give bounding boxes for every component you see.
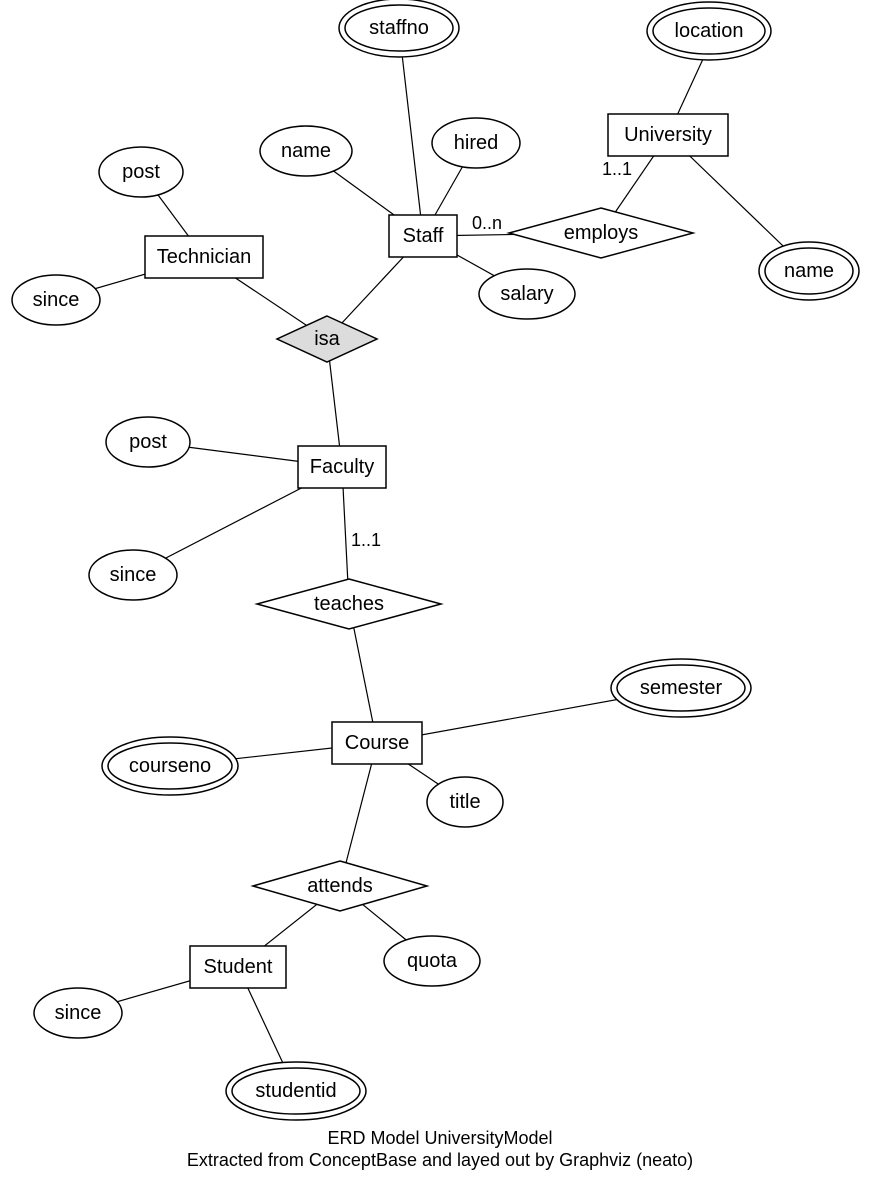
card-employs-staff: 0..n	[472, 213, 502, 233]
card-employs-univ: 1..1	[602, 159, 632, 179]
attr-univ-location: location	[647, 2, 771, 60]
attr-course-semester: semester	[611, 659, 751, 717]
attr-staff-hired: hired	[432, 118, 520, 168]
attr-fac-post: post	[106, 417, 190, 467]
entity-course: Course	[332, 722, 422, 764]
attr-course-courseno: courseno	[102, 737, 238, 795]
entity-faculty-label: Faculty	[310, 456, 374, 478]
rel-attends: attends	[253, 861, 427, 911]
attr-student-studentid-label: studentid	[255, 1080, 336, 1102]
attr-fac-since: since	[89, 550, 177, 600]
attr-staff-name: name	[260, 126, 352, 176]
attr-staff-salary: salary	[479, 269, 575, 319]
rel-employs-label: employs	[564, 222, 638, 244]
rel-teaches-label: teaches	[314, 593, 384, 615]
attr-staff-salary-label: salary	[500, 283, 553, 305]
rel-teaches: teaches	[257, 579, 441, 629]
attr-course-title-label: title	[449, 791, 480, 813]
attr-staff-staffno-label: staffno	[369, 17, 429, 39]
attr-student-studentid: studentid	[226, 1062, 366, 1120]
caption-line1: ERD Model UniversityModel	[327, 1128, 552, 1148]
attr-course-courseno-label: courseno	[129, 755, 211, 777]
attr-tech-since: since	[12, 275, 100, 325]
caption-line2: Extracted from ConceptBase and layed out…	[187, 1150, 693, 1170]
attr-univ-name: name	[759, 242, 859, 300]
entity-staff: Staff	[389, 215, 457, 257]
attr-student-since: since	[34, 988, 122, 1038]
entity-student: Student	[190, 946, 286, 988]
attr-attends-quota: quota	[384, 936, 480, 986]
attr-fac-post-label: post	[129, 431, 167, 453]
rel-attends-label: attends	[307, 875, 373, 897]
entity-student-label: Student	[204, 956, 273, 978]
entity-technician: Technician	[145, 236, 263, 278]
entity-technician-label: Technician	[157, 246, 252, 268]
attr-tech-since-label: since	[33, 289, 80, 311]
attr-univ-location-label: location	[675, 20, 744, 42]
attr-student-since-label: since	[55, 1002, 102, 1024]
attr-fac-since-label: since	[110, 564, 157, 586]
attr-tech-post: post	[99, 147, 183, 197]
rel-employs: employs	[509, 208, 693, 258]
attr-attends-quota-label: quota	[407, 950, 458, 972]
entity-university-label: University	[624, 124, 712, 146]
attr-staff-staffno: staffno	[339, 0, 459, 57]
entity-course-label: Course	[345, 732, 409, 754]
rel-isa: isa	[277, 316, 377, 362]
entity-staff-label: Staff	[403, 225, 444, 247]
entity-faculty: Faculty	[298, 446, 386, 488]
attr-tech-post-label: post	[122, 161, 160, 183]
entity-university: University	[608, 114, 728, 156]
erd-diagram: employs isa teaches attends University S…	[0, 0, 880, 1184]
attr-course-semester-label: semester	[640, 677, 723, 699]
attr-staff-hired-label: hired	[454, 132, 498, 154]
card-teaches-fac: 1..1	[351, 530, 381, 550]
attr-univ-name-label: name	[784, 260, 834, 282]
attr-staff-name-label: name	[281, 140, 331, 162]
rel-isa-label: isa	[314, 328, 340, 350]
edge-staff-staffno	[399, 28, 423, 236]
attr-course-title: title	[427, 777, 503, 827]
